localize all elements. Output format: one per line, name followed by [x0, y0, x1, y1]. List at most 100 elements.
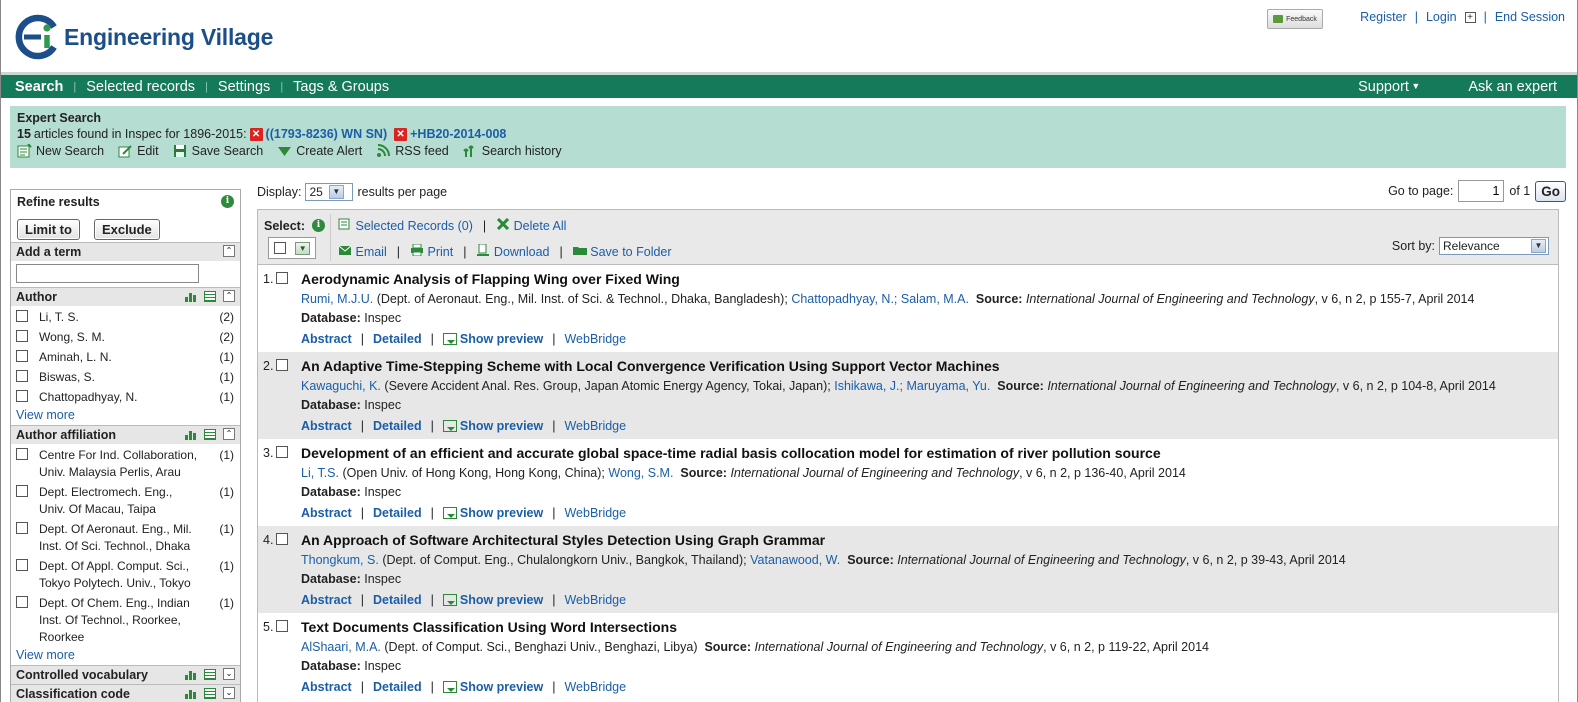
query-term-2[interactable]: +HB20-2014-008 — [410, 127, 506, 141]
show-preview-link[interactable]: Show preview — [442, 680, 543, 694]
abstract-link[interactable]: Abstract — [301, 419, 352, 433]
chart-icon[interactable] — [185, 429, 197, 440]
record-checkbox[interactable] — [276, 272, 288, 284]
abstract-link[interactable]: Abstract — [301, 593, 352, 607]
classification-code-section[interactable]: Classification code ⌄ — [11, 684, 240, 702]
nav-settings[interactable]: Settings — [208, 79, 280, 95]
facet-item[interactable]: Li, T. S. (2) — [16, 309, 235, 326]
chart-icon[interactable] — [185, 688, 197, 699]
facet-checkbox[interactable] — [16, 559, 28, 571]
author-link[interactable]: Thongkum, S. — [301, 553, 379, 567]
facet-item[interactable]: Aminah, L. N. (1) — [16, 349, 235, 366]
controlled-vocab-section[interactable]: Controlled vocabulary ⌄ — [11, 665, 240, 684]
page-number-input[interactable] — [1458, 180, 1505, 202]
record-checkbox[interactable] — [276, 446, 288, 458]
search-history-button[interactable]: Search history — [463, 144, 562, 158]
select-all-control[interactable]: ▼ — [268, 237, 316, 259]
collapse-icon[interactable]: ⌃ — [223, 245, 235, 257]
show-preview-link[interactable]: Show preview — [442, 593, 543, 607]
facet-item[interactable]: Dept. Of Appl. Comput. Sci., Tokyo Polyt… — [16, 558, 235, 592]
author-link[interactable]: Maruyama, Yu. — [906, 379, 990, 393]
abstract-link[interactable]: Abstract — [301, 680, 352, 694]
detailed-link[interactable]: Detailed — [373, 593, 422, 607]
facet-checkbox[interactable] — [16, 370, 28, 382]
sort-select[interactable]: Relevance ▼ — [1439, 237, 1549, 255]
download-link[interactable]: Download — [476, 244, 550, 259]
go-button[interactable]: Go — [1535, 180, 1566, 202]
info-icon[interactable]: i — [312, 219, 325, 232]
info-icon[interactable]: i — [221, 195, 234, 208]
abstract-link[interactable]: Abstract — [301, 506, 352, 520]
author-link[interactable]: Vatanawood, W. — [750, 553, 840, 567]
show-preview-link[interactable]: Show preview — [442, 419, 543, 433]
chart-icon[interactable] — [185, 291, 197, 302]
print-link[interactable]: Print — [410, 244, 453, 259]
remove-term-icon[interactable]: ✕ — [249, 127, 263, 141]
record-checkbox[interactable] — [276, 533, 288, 545]
detailed-link[interactable]: Detailed — [373, 680, 422, 694]
author-view-more-link[interactable]: View more — [16, 408, 235, 425]
nav-search[interactable]: Search — [1, 79, 73, 95]
facet-item[interactable]: Wong, S. M. (2) — [16, 329, 235, 346]
detailed-link[interactable]: Detailed — [373, 419, 422, 433]
author-link[interactable]: Chattopadhyay, N.; — [791, 292, 897, 306]
abstract-link[interactable]: Abstract — [301, 332, 352, 346]
affiliation-view-more-link[interactable]: View more — [16, 648, 235, 665]
facet-item[interactable]: Dept. Of Aeronaut. Eng., Mil. Inst. Of S… — [16, 521, 235, 555]
chart-icon[interactable] — [185, 669, 197, 680]
record-title[interactable]: An Adaptive Time-Stepping Scheme with Lo… — [301, 358, 1558, 374]
webbridge-link[interactable]: WebBridge — [564, 506, 626, 520]
facet-item[interactable]: Dept. Of Chem. Eng., Indian Inst. Of Tec… — [16, 595, 235, 646]
facet-item[interactable]: Biswas, S. (1) — [16, 369, 235, 386]
select-all-checkbox[interactable] — [273, 242, 286, 254]
facet-checkbox[interactable] — [16, 330, 28, 342]
export-icon[interactable] — [204, 668, 216, 680]
author-link[interactable]: Wong, S.M. — [608, 466, 673, 480]
record-title[interactable]: Development of an efficient and accurate… — [301, 445, 1558, 461]
record-title[interactable]: Text Documents Classification Using Word… — [301, 619, 1558, 635]
author-link[interactable]: Ishikawa, J.; — [834, 379, 903, 393]
exclude-button[interactable]: Exclude — [93, 219, 160, 240]
detailed-link[interactable]: Detailed — [373, 332, 422, 346]
expand-icon[interactable]: ⌄ — [223, 668, 235, 680]
facet-checkbox[interactable] — [16, 596, 28, 608]
feedback-button[interactable]: Feedback — [1267, 9, 1323, 29]
record-checkbox[interactable] — [276, 359, 288, 371]
facet-item[interactable]: Centre For Ind. Collaboration, Univ. Mal… — [16, 447, 235, 481]
rss-feed-button[interactable]: RSS feed — [376, 144, 449, 158]
register-link[interactable]: Register — [1360, 10, 1407, 24]
record-title[interactable]: Aerodynamic Analysis of Flapping Wing ov… — [301, 271, 1558, 287]
record-checkbox[interactable] — [276, 620, 288, 632]
facet-checkbox[interactable] — [16, 390, 28, 402]
end-session-link[interactable]: End Session — [1495, 10, 1565, 24]
edit-button[interactable]: Edit — [118, 144, 159, 158]
show-preview-link[interactable]: Show preview — [442, 506, 543, 520]
show-preview-link[interactable]: Show preview — [442, 332, 543, 346]
collapse-icon[interactable]: ⌃ — [223, 428, 235, 440]
facet-checkbox[interactable] — [16, 310, 28, 322]
webbridge-link[interactable]: WebBridge — [564, 419, 626, 433]
save-to-folder-link[interactable]: Save to Folder — [572, 244, 672, 259]
detailed-link[interactable]: Detailed — [373, 506, 422, 520]
facet-checkbox[interactable] — [16, 485, 28, 497]
author-link[interactable]: Rumi, M.J.U. — [301, 292, 373, 306]
create-alert-button[interactable]: Create Alert — [277, 144, 362, 158]
export-icon[interactable] — [204, 428, 216, 440]
email-link[interactable]: Email — [338, 244, 387, 259]
limit-to-button[interactable]: Limit to — [17, 219, 80, 240]
selected-records-link[interactable]: Selected Records (0) — [338, 218, 473, 233]
author-link[interactable]: AlShaari, M.A. — [301, 640, 381, 654]
author-link[interactable]: Li, T.S. — [301, 466, 339, 480]
nav-support[interactable]: Support ▼ — [1348, 79, 1430, 95]
nav-ask-expert[interactable]: Ask an expert — [1458, 79, 1567, 95]
remove-term-icon[interactable]: ✕ — [394, 127, 408, 141]
webbridge-link[interactable]: WebBridge — [564, 332, 626, 346]
save-search-button[interactable]: Save Search — [173, 144, 263, 158]
webbridge-link[interactable]: WebBridge — [564, 680, 626, 694]
record-title[interactable]: An Approach of Software Architectural St… — [301, 532, 1558, 548]
login-link[interactable]: Login — [1426, 10, 1457, 24]
new-search-button[interactable]: New Search — [17, 144, 104, 158]
delete-all-link[interactable]: Delete All — [496, 218, 566, 233]
export-icon[interactable] — [204, 687, 216, 699]
author-link[interactable]: Kawaguchi, K. — [301, 379, 381, 393]
